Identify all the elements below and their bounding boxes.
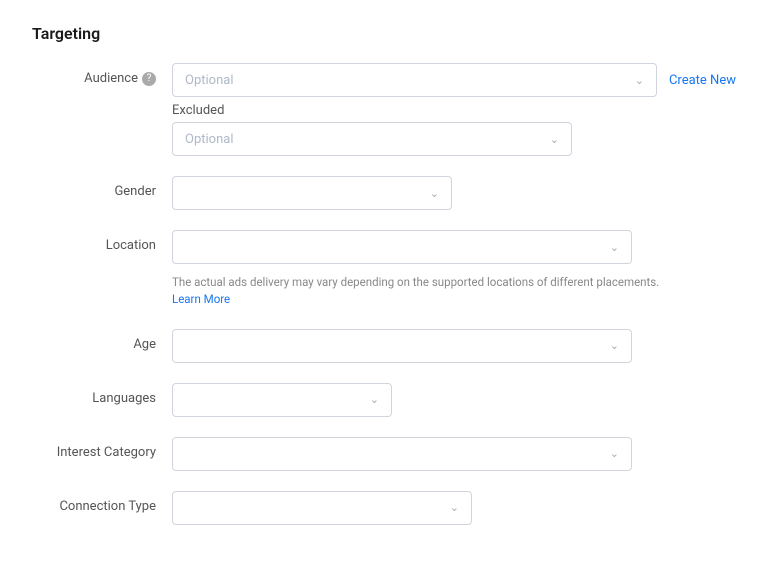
location-dropdown[interactable]: ⌄	[172, 230, 632, 264]
connection-type-field: ⌄	[172, 491, 736, 525]
location-field: ⌄ The actual ads delivery may vary depen…	[172, 230, 736, 309]
chevron-down-icon: ⌄	[550, 133, 559, 146]
audience-field: Optional ⌄ Create New Excluded Optional …	[172, 63, 736, 156]
location-row: Location ⌄ The actual ads delivery may v…	[32, 230, 736, 309]
gender-dropdown[interactable]: ⌄	[172, 176, 452, 210]
location-label: Location	[32, 230, 172, 253]
audience-row: Audience ? Optional ⌄ Create New Exclude…	[32, 63, 736, 156]
targeting-section: Targeting Audience ? Optional ⌄ Create N…	[0, 0, 768, 569]
gender-row: Gender ⌄	[32, 176, 736, 210]
connection-type-row: Connection Type ⌄	[32, 491, 736, 525]
interest-category-dropdown[interactable]: ⌄	[172, 437, 632, 471]
audience-help-icon[interactable]: ?	[142, 72, 156, 86]
chevron-down-icon: ⌄	[610, 241, 619, 254]
audience-dropdown[interactable]: Optional ⌄	[172, 63, 657, 97]
age-dropdown[interactable]: ⌄	[172, 329, 632, 363]
chevron-down-icon: ⌄	[610, 339, 619, 352]
chevron-down-icon: ⌄	[430, 187, 439, 200]
excluded-subfield: Excluded Optional ⌄	[172, 103, 736, 156]
languages-label: Languages	[32, 383, 172, 406]
connection-type-dropdown[interactable]: ⌄	[172, 491, 472, 525]
audience-label: Audience ?	[32, 63, 172, 86]
excluded-dropdown[interactable]: Optional ⌄	[172, 122, 572, 156]
age-field: ⌄	[172, 329, 736, 363]
chevron-down-icon: ⌄	[610, 447, 619, 460]
languages-field: ⌄	[172, 383, 736, 417]
age-label: Age	[32, 329, 172, 352]
audience-placeholder: Optional	[185, 73, 233, 88]
location-hint: The actual ads delivery may vary dependi…	[172, 274, 736, 309]
gender-field: ⌄	[172, 176, 736, 210]
excluded-placeholder: Optional	[185, 132, 233, 147]
chevron-down-icon: ⌄	[450, 501, 459, 514]
chevron-down-icon: ⌄	[635, 74, 644, 87]
learn-more-link[interactable]: Learn More	[172, 292, 230, 306]
languages-dropdown[interactable]: ⌄	[172, 383, 392, 417]
interest-category-label: Interest Category	[32, 437, 172, 460]
age-row: Age ⌄	[32, 329, 736, 363]
interest-category-row: Interest Category ⌄	[32, 437, 736, 471]
create-new-link[interactable]: Create New	[669, 73, 736, 88]
gender-label: Gender	[32, 176, 172, 199]
excluded-label: Excluded	[172, 103, 736, 118]
audience-controls: Optional ⌄ Create New	[172, 63, 736, 97]
section-title: Targeting	[32, 24, 736, 43]
connection-type-label: Connection Type	[32, 491, 172, 514]
languages-row: Languages ⌄	[32, 383, 736, 417]
chevron-down-icon: ⌄	[370, 393, 379, 406]
interest-category-field: ⌄	[172, 437, 736, 471]
